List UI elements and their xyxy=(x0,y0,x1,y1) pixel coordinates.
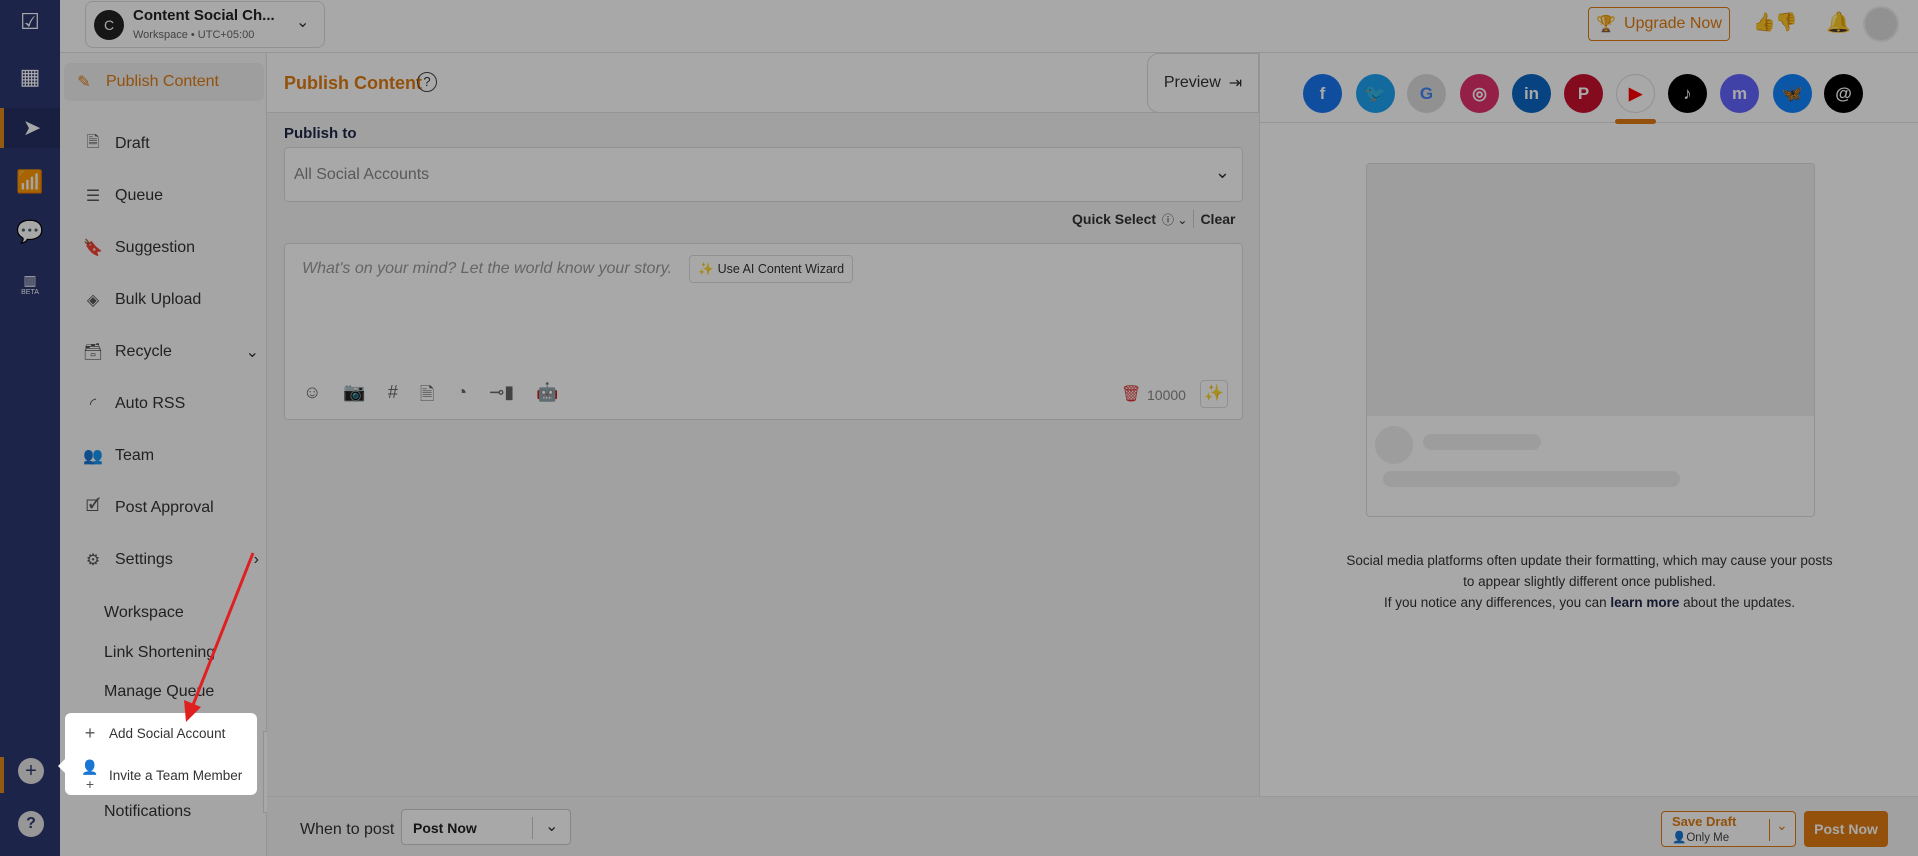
plus-icon: + xyxy=(84,723,96,743)
quick-add-popup: + Add Social Account 👤+ Invite a Team Memb… xyxy=(58,713,257,795)
user-plus-icon: 👤+ xyxy=(81,759,99,792)
add-social-account-label: Add Social Account xyxy=(109,726,226,741)
modal-overlay[interactable] xyxy=(0,0,1918,856)
invite-team-member-label: Invite a Team Member xyxy=(109,768,243,783)
invite-team-member-item[interactable]: 👤+ Invite a Team Member xyxy=(79,759,242,792)
add-social-account-item[interactable]: + Add Social Account xyxy=(79,723,226,744)
popup-pointer xyxy=(58,759,65,773)
